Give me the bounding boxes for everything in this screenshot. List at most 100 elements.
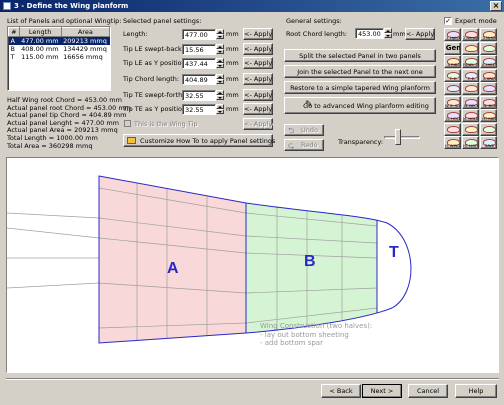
toolbox-button[interactable] (444, 82, 461, 95)
toolbox-button[interactable] (462, 41, 479, 55)
apply-tip-te-y-button[interactable]: <- Apply (243, 103, 273, 115)
close-button[interactable]: × (490, 1, 502, 11)
tip-te-swept-input[interactable]: 32.55 (182, 90, 216, 101)
unit-label: mm (226, 59, 239, 67)
apply-length-button[interactable]: <- Apply (243, 28, 273, 40)
wing-tool-icon (465, 125, 478, 133)
undo-button[interactable]: ⮌ Undo (284, 124, 324, 136)
panel-label-a: A (167, 260, 179, 277)
length-spinner[interactable] (216, 29, 224, 40)
customize-button-label: Customize How To to apply Panel settings (140, 137, 276, 145)
row-id: B (10, 45, 15, 53)
toolbox-button[interactable]: HT LIGHT (462, 136, 479, 149)
tip-chord-spinner[interactable] (216, 74, 224, 85)
toolbox-button[interactable]: W. BOX (480, 95, 497, 109)
tip-te-swept-label: Tip TE swept-forth: (123, 91, 185, 99)
toolbox-button[interactable]: G. HOLE (444, 109, 461, 122)
toolbox-button[interactable]: W. E. SLOTS (444, 95, 461, 109)
wing-tool-icon (447, 85, 460, 92)
panel-list-heading: List of Panels and optional Wingtip: (7, 17, 122, 25)
toolbox-button[interactable]: SAVE (480, 136, 497, 149)
title-bar: 3 - Define the Wing planform × (0, 0, 504, 12)
cancel-button[interactable]: Cancel (408, 384, 448, 398)
apply-tip-te-swept-button[interactable]: <- Apply (243, 89, 273, 101)
expert-mode-label: Expert mode (455, 17, 497, 25)
row-length: 477.00 mm (19, 36, 62, 45)
toolbox-button[interactable]: W. DECK (462, 95, 479, 109)
column-header-length[interactable]: Length (18, 27, 62, 37)
toolbox-button[interactable]: M. HOLE MASKS (462, 109, 479, 122)
planform-canvas[interactable]: A B T Wing Construction (two halves): - … (6, 157, 499, 373)
toolbox-button[interactable] (480, 41, 497, 55)
toolbox-label: 2 Nitrogen (463, 36, 478, 40)
customize-button[interactable]: Customize How To to apply Panel settings (123, 134, 276, 147)
tip-le-y-input[interactable]: 437.44 (182, 58, 216, 69)
table-row[interactable]: A 477.00 mm 209213 mmq (8, 36, 110, 45)
toolbox-button[interactable]: Gen (444, 41, 461, 55)
apply-tip-chord-button[interactable]: <- Apply (243, 73, 273, 85)
tip-te-swept-spinner[interactable] (216, 90, 224, 101)
toolbox-button[interactable] (480, 122, 497, 136)
apply-tip-le-y-button[interactable]: <- Apply (243, 57, 273, 69)
toolbox-button[interactable] (462, 122, 479, 136)
toolbox-button[interactable]: 2 Nitrogen (462, 28, 479, 41)
apply-root-chord-button[interactable]: <- Apply (405, 28, 435, 40)
restore-planform-button[interactable]: Restore to a simple tapered Wing planfor… (284, 81, 436, 94)
column-header-id[interactable]: # (8, 27, 20, 37)
summary-line: Total Area = 360298 mmq (7, 141, 93, 150)
toolbox-label: G. HOLE (446, 117, 461, 121)
tip-te-y-label: Tip TE as Y position: (123, 105, 189, 113)
toolbox-button[interactable] (462, 82, 479, 95)
slider-thumb[interactable] (395, 129, 401, 145)
toolbox-label: HT LIGHT (463, 144, 479, 148)
panel-list[interactable]: # Length Area A 477.00 mm 209213 mmq B 4… (7, 26, 111, 91)
tip-chord-input[interactable]: 404.89 (182, 74, 216, 85)
redo-button[interactable]: ⮎ Redo (284, 139, 324, 151)
toolbox-label: HT RIBS (482, 117, 497, 121)
split-panel-button[interactable]: Split the selected Panel in two panels (284, 49, 436, 62)
toolbox-button[interactable] (480, 82, 497, 95)
tip-le-y-label: Tip LE as Y position: (123, 59, 188, 67)
length-input[interactable]: 477.00 (182, 29, 216, 40)
toolbox-button[interactable]: A RIBS (444, 55, 461, 68)
toolbox-label: W. E. SLOTS (445, 103, 460, 108)
table-row[interactable]: T 115.00 mm 16656 mmq (9, 53, 110, 61)
wing-tool-icon (483, 44, 496, 52)
toolbox-button[interactable] (444, 122, 461, 136)
tip-le-y-spinner[interactable] (216, 58, 224, 69)
tip-te-y-input[interactable]: 32.55 (182, 104, 216, 115)
folder-icon (127, 137, 136, 144)
tip-te-y-spinner[interactable] (216, 104, 224, 115)
next-button[interactable]: Next > (362, 384, 402, 398)
column-header-area[interactable]: Area (60, 27, 111, 37)
summary-text: Half Wing root Chord = 453.00 mm Actual … (7, 96, 131, 150)
toolbox-label: T. E. (467, 76, 476, 81)
toolbox-button[interactable]: H. WING TIP (444, 136, 461, 149)
toolbox-button[interactable]: A SHEET (480, 55, 497, 68)
toolbox-button[interactable]: A SPAR (480, 68, 497, 82)
toolbox-button[interactable]: PANEL EDITING (462, 55, 479, 68)
apply-wingtip-button[interactable]: <- Apply (243, 118, 273, 130)
toolbox-button[interactable]: HT RIBS (480, 109, 497, 122)
toolbox-label: Gen (445, 43, 461, 52)
root-chord-spinner[interactable] (384, 28, 392, 39)
slider-track (384, 136, 420, 139)
tip-le-swept-input[interactable]: 15.56 (182, 44, 216, 55)
wing-tool-icon (483, 85, 496, 92)
toolbox-button[interactable]: T. E. (444, 68, 461, 82)
table-row[interactable]: B 408.00 mm 134429 mmq (9, 45, 110, 53)
root-chord-input[interactable]: 453.00 (355, 28, 384, 39)
toolbox-button[interactable]: 1 Lights (444, 28, 461, 41)
join-panel-button[interactable]: Join the selected Panel to the next one (284, 65, 436, 78)
back-button[interactable]: < Back (321, 384, 361, 398)
toolbox-button[interactable]: T. E. (462, 68, 479, 82)
advanced-editing-button[interactable]: ✎ Go to advanced Wing planform editing (284, 97, 436, 114)
transparency-slider[interactable] (384, 126, 420, 148)
toolbox-label: PANEL EDITING (463, 63, 478, 67)
apply-tip-le-swept-button[interactable]: <- Apply (243, 43, 273, 55)
toolbox-button[interactable]: 3 Nylon (480, 28, 497, 41)
expert-mode-checkbox[interactable]: ✓ (444, 17, 452, 25)
tip-le-swept-spinner[interactable] (216, 44, 224, 55)
help-button[interactable]: Help (455, 384, 497, 398)
wingtip-checkbox[interactable] (124, 120, 131, 127)
